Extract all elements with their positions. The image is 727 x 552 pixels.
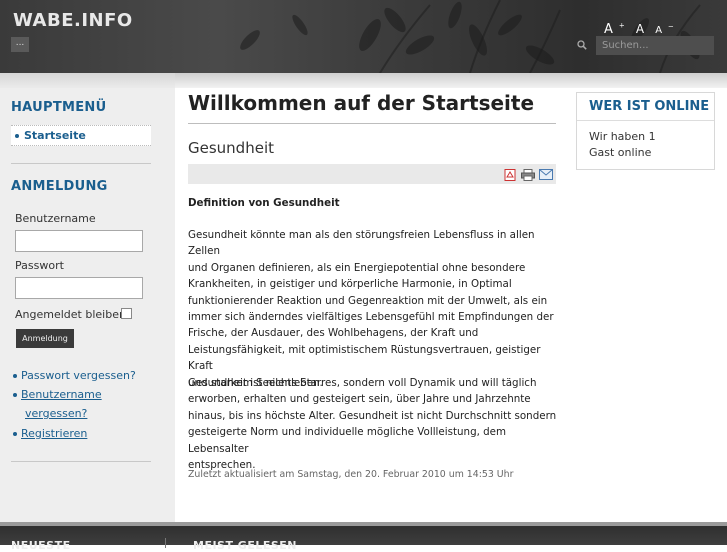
sidebar-item-label: Startseite xyxy=(24,129,86,142)
forgot-username-link-line2[interactable]: vergessen? xyxy=(25,406,87,421)
font-smaller-button[interactable]: A − xyxy=(655,23,674,36)
username-field[interactable] xyxy=(15,230,143,252)
font-reset-button[interactable]: A xyxy=(636,22,644,36)
bullet-icon xyxy=(15,134,19,138)
last-modified: Zuletzt aktualisiert am Samstag, den 20.… xyxy=(188,469,514,480)
sidebar-divider xyxy=(11,461,151,462)
whos-online-text: Wir haben 1 Gast online xyxy=(589,130,656,159)
search-icon xyxy=(577,40,587,50)
search-input[interactable] xyxy=(596,36,714,55)
menu-toggle-button[interactable]: ... xyxy=(11,37,29,52)
footer-bar: NEUESTE MEIST GELESEN xyxy=(0,522,727,552)
username-label: Benutzername xyxy=(15,212,96,225)
forgot-username-link[interactable]: Benutzername xyxy=(13,387,102,402)
sidebar-item-startseite[interactable]: Startseite xyxy=(11,125,151,146)
font-size-controls: A + A A − xyxy=(604,18,680,37)
page-title: Willkommen auf der Startseite xyxy=(188,91,535,115)
password-field[interactable] xyxy=(15,277,143,299)
forgot-password-link[interactable]: Passwort vergessen? xyxy=(13,368,136,383)
login-title: ANMELDUNG xyxy=(11,179,108,194)
site-title[interactable]: WABE.INFO xyxy=(13,10,133,31)
remember-label: Angemeldet bleiben xyxy=(15,308,126,321)
pdf-icon[interactable] xyxy=(504,169,516,181)
left-sidebar xyxy=(0,88,175,522)
bullet-icon xyxy=(13,393,17,397)
footer-top-line xyxy=(0,522,727,526)
site-header: WABE.INFO ... A + A A − xyxy=(0,0,727,73)
footer-separator xyxy=(165,538,166,548)
print-icon[interactable] xyxy=(521,169,535,181)
module-divider xyxy=(577,120,714,121)
main-menu-title: HAUPTMENÜ xyxy=(11,100,107,115)
register-link[interactable]: Registrieren xyxy=(13,426,87,441)
login-button[interactable]: Anmeldung xyxy=(16,329,74,348)
heading-divider xyxy=(188,123,556,124)
font-bigger-button[interactable]: A + xyxy=(604,22,625,37)
footer-latest-title: NEUESTE xyxy=(11,539,71,552)
article-paragraph-2: Gesundheit ist nichts Starres, sondern v… xyxy=(188,377,557,472)
whos-online-module: WER IST ONLINE Wir haben 1 Gast online xyxy=(576,92,715,170)
article-icon-bar xyxy=(188,164,556,184)
footer-most-read-title: MEIST GELESEN xyxy=(193,539,298,552)
remember-checkbox[interactable] xyxy=(121,308,132,319)
email-icon[interactable] xyxy=(539,169,553,180)
sidebar-divider xyxy=(11,163,151,164)
bullet-icon xyxy=(13,374,17,378)
header-shadow-band xyxy=(0,73,727,88)
whos-online-title: WER IST ONLINE xyxy=(589,99,710,114)
bullet-icon xyxy=(13,432,17,436)
article-paragraph-1: Gesundheit könnte man als den störungsfr… xyxy=(188,229,554,389)
article-title[interactable]: Gesundheit xyxy=(188,139,274,157)
article-subheading: Definition von Gesundheit xyxy=(188,197,340,209)
password-label: Passwort xyxy=(15,259,64,272)
